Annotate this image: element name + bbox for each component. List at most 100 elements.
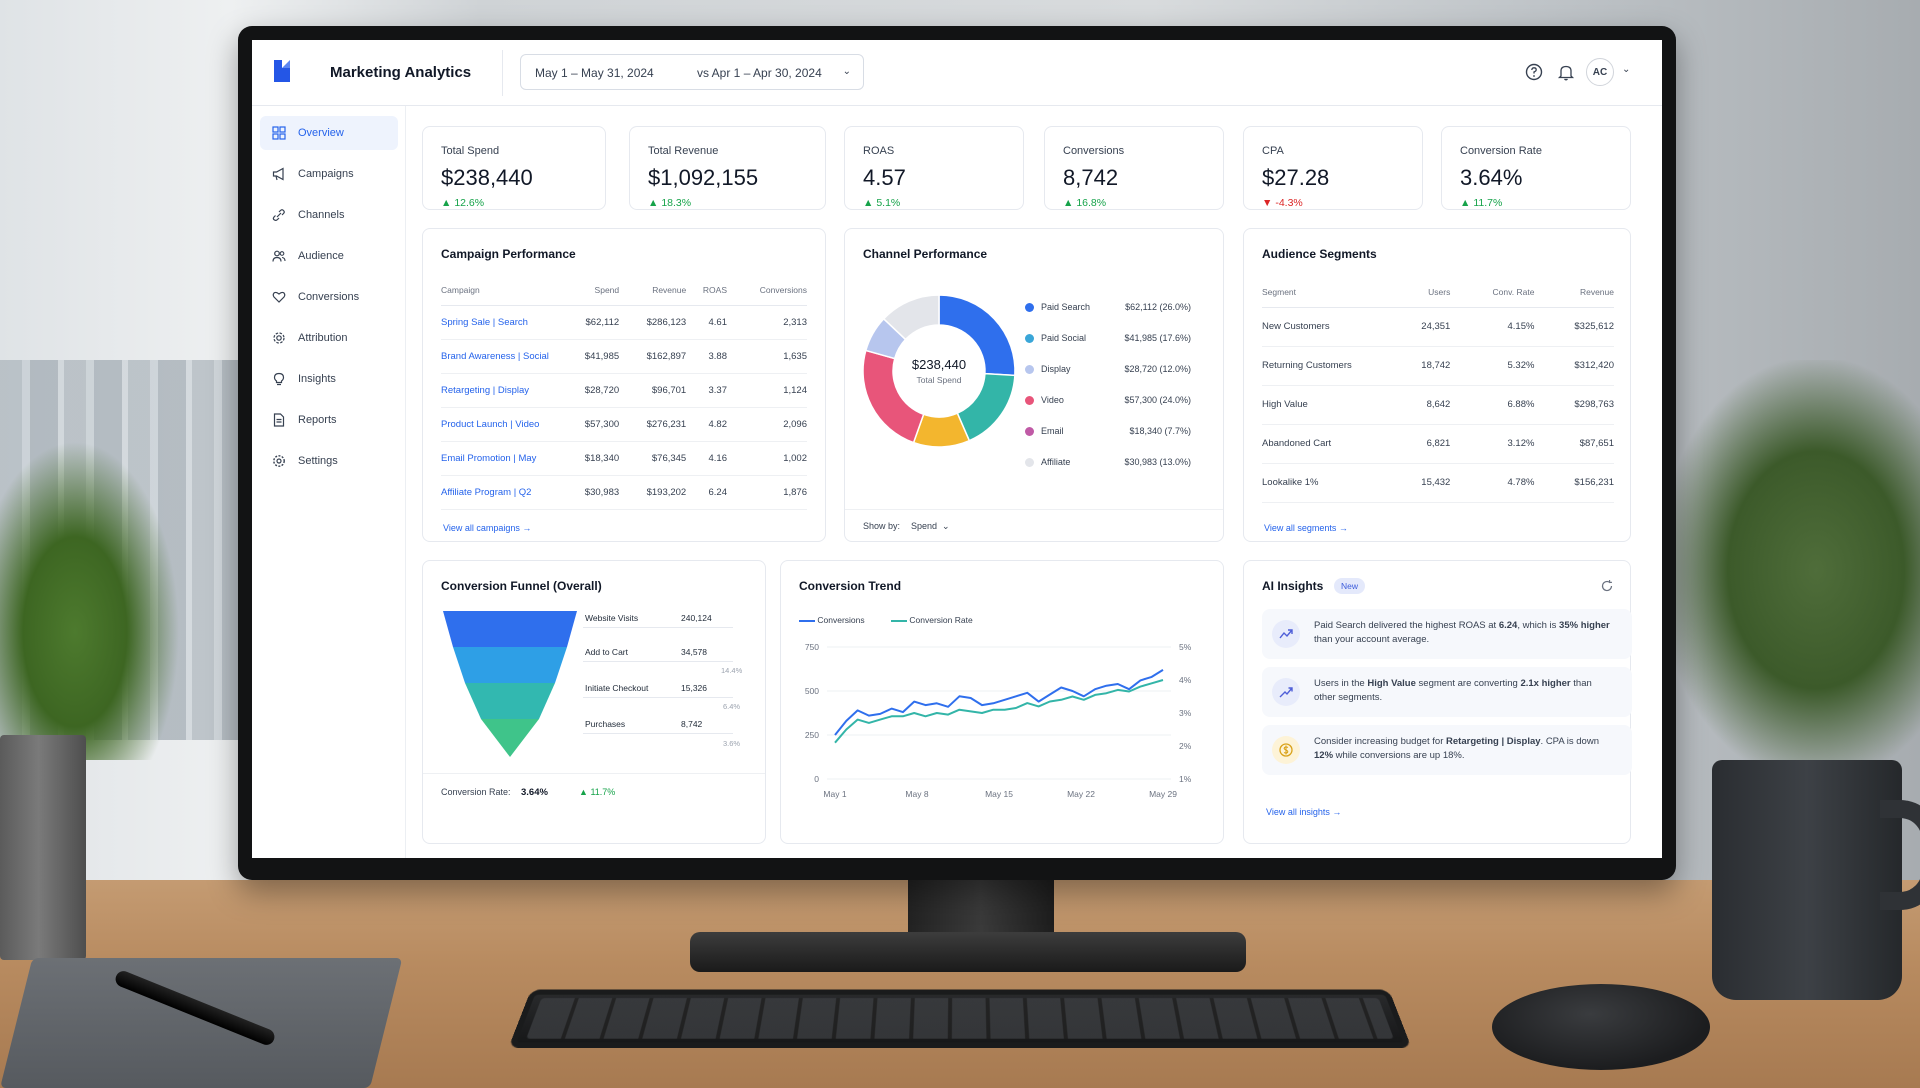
column-header[interactable]: Conversions bbox=[727, 275, 807, 306]
kpi-delta: ▼ -4.3% bbox=[1262, 197, 1303, 209]
campaign-link[interactable]: Retargeting | Display bbox=[441, 373, 561, 408]
chevron-down-icon[interactable]: ⌄ bbox=[1622, 64, 1630, 75]
sidebar-item-attribution[interactable]: Attribution bbox=[260, 321, 398, 355]
insight-item[interactable]: Paid Search delivered the highest ROAS a… bbox=[1262, 609, 1632, 659]
sidebar-item-label: Insights bbox=[298, 373, 336, 385]
avatar[interactable]: AC bbox=[1586, 58, 1614, 86]
gear-icon bbox=[273, 455, 285, 467]
view-all-campaigns-link[interactable]: View all campaigns → bbox=[443, 523, 531, 533]
document-icon bbox=[273, 413, 285, 427]
legend-item[interactable]: Affiliate $30,983 (13.0%) bbox=[1025, 456, 1191, 470]
view-all-insights-link[interactable]: View all insights → bbox=[1266, 807, 1341, 817]
table-cell: $162,897 bbox=[619, 339, 687, 374]
sidebar-item-audience[interactable]: Audience bbox=[260, 239, 398, 273]
sidebar-item-label: Reports bbox=[298, 414, 337, 426]
kpi-label: Total Revenue bbox=[648, 145, 719, 157]
insight-item[interactable]: Consider increasing budget for Retargeti… bbox=[1262, 725, 1632, 775]
kpi-card-roas[interactable]: ROAS 4.57 ▲ 5.1% bbox=[844, 126, 1024, 210]
funnel-stage-add-to-cart[interactable] bbox=[453, 647, 567, 683]
y-axis-right-tick-label: 1% bbox=[1179, 774, 1192, 784]
y-axis-right-tick-label: 3% bbox=[1179, 708, 1192, 718]
column-header[interactable]: Campaign bbox=[441, 275, 561, 306]
campaign-link[interactable]: Email Promotion | May bbox=[441, 441, 561, 476]
legend-dot bbox=[1025, 396, 1034, 405]
view-all-segments-link[interactable]: View all segments → bbox=[1264, 523, 1348, 533]
funnel-stage-value: 34,578 bbox=[681, 647, 707, 657]
legend-item[interactable]: Conversion Rate bbox=[891, 615, 973, 625]
date-range-current: May 1 – May 31, 2024 bbox=[535, 66, 654, 80]
sidebar-item-insights[interactable]: Insights bbox=[260, 362, 398, 396]
column-header[interactable]: Segment bbox=[1262, 277, 1392, 308]
table-row[interactable]: Spring Sale | Search $62,112 $286,123 4.… bbox=[441, 305, 807, 340]
sidebar-item-channels[interactable]: Channels bbox=[260, 198, 398, 232]
legend-item[interactable]: Paid Search $62,112 (26.0%) bbox=[1025, 301, 1191, 315]
column-header[interactable]: Revenue bbox=[619, 275, 687, 306]
date-range-picker[interactable]: May 1 – May 31, 2024 vs Apr 1 – Apr 30, … bbox=[520, 54, 864, 90]
kpi-label: Conversions bbox=[1063, 145, 1125, 157]
sidebar-item-campaigns[interactable]: Campaigns bbox=[260, 157, 398, 191]
column-header[interactable]: ROAS bbox=[686, 275, 727, 306]
sidebar-item-conversions[interactable]: Conversions bbox=[260, 280, 398, 314]
column-header[interactable]: Conv. Rate bbox=[1450, 277, 1535, 308]
funnel-stage-purchases[interactable] bbox=[481, 719, 539, 757]
campaign-link[interactable]: Affiliate Program | Q2 bbox=[441, 475, 561, 510]
legend-item[interactable]: Email $18,340 (7.7%) bbox=[1025, 425, 1191, 439]
arrow-up-icon: ▲ bbox=[579, 787, 588, 797]
legend-item[interactable]: Display $28,720 (12.0%) bbox=[1025, 363, 1191, 377]
kpi-card-conversion-rate[interactable]: Conversion Rate 3.64% ▲ 11.7% bbox=[1441, 126, 1631, 210]
conversion-trend-chart[interactable]: 750 500 250 0 5% 4% 3% 2% 1% May 1 May 8 May 15 May … bbox=[791, 637, 1211, 837]
segments-table: Segment Users Conv. Rate Revenue New Cus… bbox=[1262, 277, 1614, 503]
series-line-conversions[interactable] bbox=[834, 669, 1164, 736]
kpi-card-conversions[interactable]: Conversions 8,742 ▲ 16.8% bbox=[1044, 126, 1224, 210]
kpi-card-total-spend[interactable]: Total Spend $238,440 ▲ 12.6% bbox=[422, 126, 606, 210]
sidebar-item-label: Settings bbox=[298, 455, 338, 467]
table-cell: 5.32% bbox=[1450, 346, 1535, 386]
funnel-stage-initiate-checkout[interactable] bbox=[465, 683, 555, 719]
help-icon[interactable] bbox=[1524, 62, 1544, 82]
column-header[interactable]: Users bbox=[1392, 277, 1451, 308]
table-row[interactable]: New Customers 24,351 4.15% $325,612 bbox=[1262, 307, 1614, 347]
divider bbox=[583, 697, 733, 698]
funnel-chart[interactable] bbox=[443, 611, 583, 761]
trend-up-icon bbox=[1272, 620, 1300, 648]
conversion-funnel-card: Conversion Funnel (Overall) Website Visi… bbox=[422, 560, 766, 844]
show-by-select[interactable]: Spend ⌄ bbox=[911, 521, 950, 532]
app-title: Marketing Analytics bbox=[330, 64, 472, 81]
column-header[interactable]: Spend bbox=[561, 275, 620, 306]
refresh-icon[interactable] bbox=[1600, 579, 1614, 593]
table-row[interactable]: Retargeting | Display $28,720 $96,701 3.… bbox=[441, 373, 807, 408]
kpi-label: Total Spend bbox=[441, 145, 500, 157]
arrow-right-icon: → bbox=[522, 523, 532, 533]
table-row[interactable]: Lookalike 1% 15,432 4.78% $156,231 bbox=[1262, 463, 1614, 503]
monitor-base bbox=[690, 932, 1246, 972]
sidebar-item-reports[interactable]: Reports bbox=[260, 403, 398, 437]
insight-item[interactable]: Users in the High Value segment are conv… bbox=[1262, 667, 1632, 717]
table-row[interactable]: Brand Awareness | Social $41,985 $162,89… bbox=[441, 339, 807, 374]
table-row[interactable]: Affiliate Program | Q2 $30,983 $193,202 … bbox=[441, 475, 807, 510]
legend-item[interactable]: Paid Social $41,985 (17.6%) bbox=[1025, 332, 1191, 346]
sidebar-item-settings[interactable]: Settings bbox=[260, 444, 398, 478]
kpi-card-total-revenue[interactable]: Total Revenue $1,092,155 ▲ 18.3% bbox=[629, 126, 826, 210]
legend-item[interactable]: Conversions bbox=[799, 615, 865, 625]
kpi-value: 3.64% bbox=[1460, 165, 1523, 190]
campaign-link[interactable]: Brand Awareness | Social bbox=[441, 339, 561, 374]
funnel-stage-label: Purchases bbox=[585, 719, 626, 729]
legend-item[interactable]: Video $57,300 (24.0%) bbox=[1025, 394, 1191, 408]
segment-name: Abandoned Cart bbox=[1262, 424, 1392, 464]
funnel-stage-label: Add to Cart bbox=[585, 647, 628, 657]
table-row[interactable]: Abandoned Cart 6,821 3.12% $87,651 bbox=[1262, 424, 1614, 464]
table-row[interactable]: Email Promotion | May $18,340 $76,345 4.… bbox=[441, 441, 807, 476]
y-axis-right-tick-label: 4% bbox=[1179, 675, 1192, 685]
table-row[interactable]: High Value 8,642 6.88% $298,763 bbox=[1262, 385, 1614, 425]
campaign-link[interactable]: Spring Sale | Search bbox=[441, 305, 561, 340]
kpi-card-cpa[interactable]: CPA $27.28 ▼ -4.3% bbox=[1243, 126, 1423, 210]
dollar-icon bbox=[1272, 736, 1300, 764]
funnel-stage-label: Initiate Checkout bbox=[585, 683, 649, 693]
table-row[interactable]: Product Launch | Video $57,300 $276,231 … bbox=[441, 407, 807, 442]
funnel-stage-website-visits[interactable] bbox=[443, 611, 577, 647]
table-row[interactable]: Returning Customers 18,742 5.32% $312,42… bbox=[1262, 346, 1614, 386]
sidebar-item-overview[interactable]: Overview bbox=[260, 116, 398, 150]
campaign-link[interactable]: Product Launch | Video bbox=[441, 407, 561, 442]
column-header[interactable]: Revenue bbox=[1534, 277, 1614, 308]
bell-icon[interactable] bbox=[1556, 62, 1576, 82]
